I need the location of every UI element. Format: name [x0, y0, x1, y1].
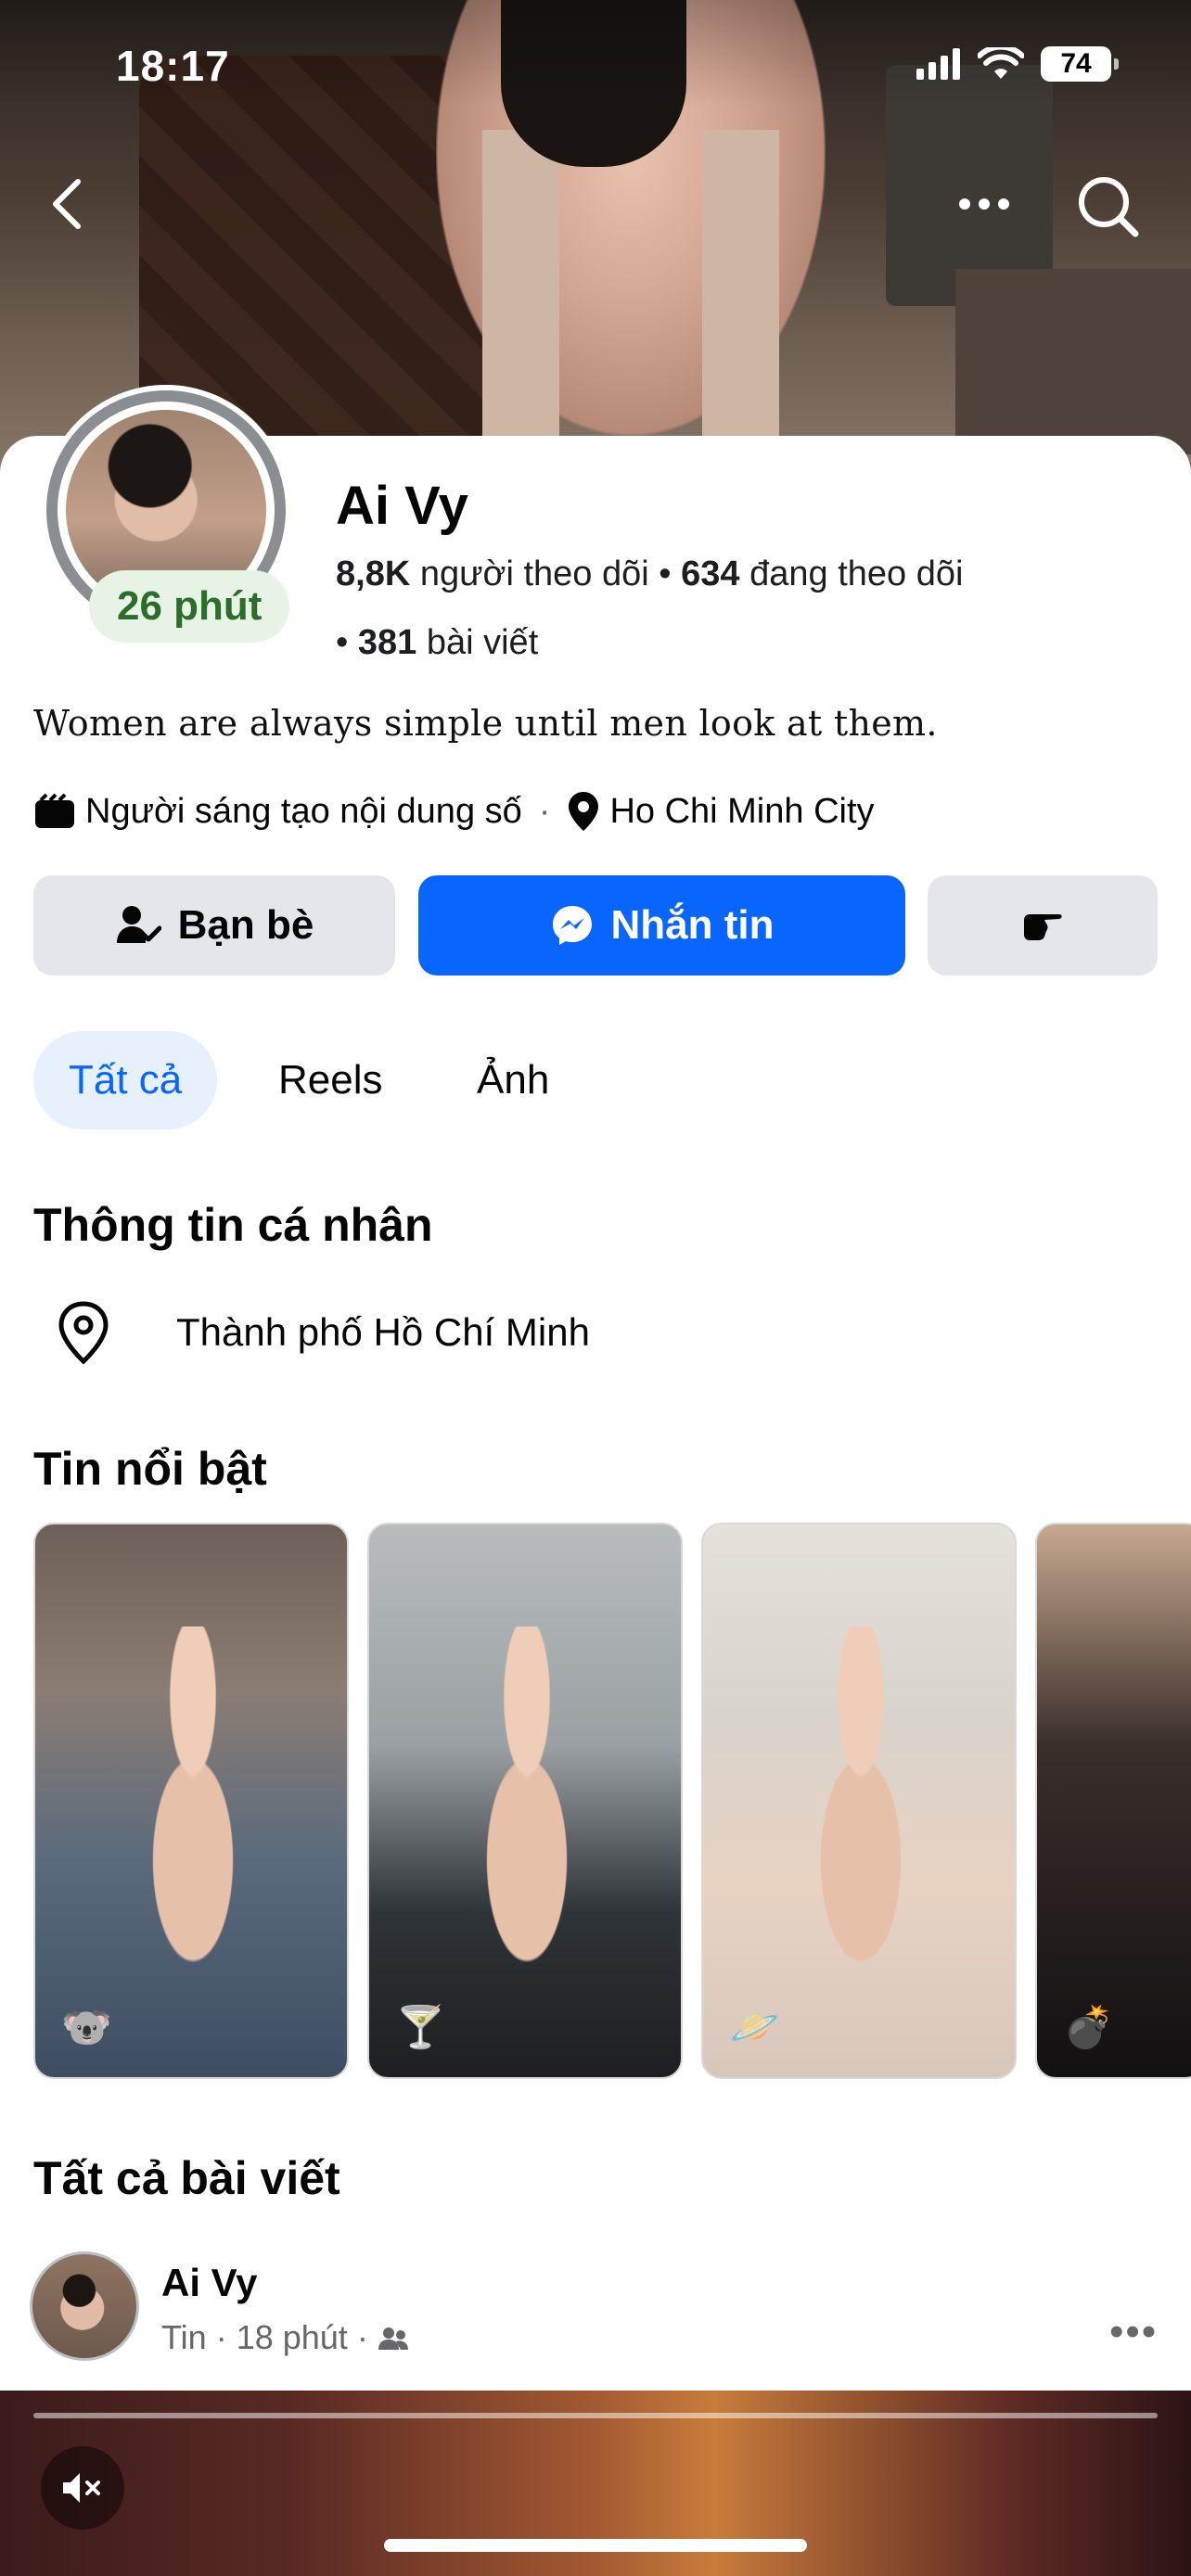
profile-category: Người sáng tạo nội dung số [85, 791, 522, 831]
post-type: Tin [161, 2318, 207, 2356]
friends-button[interactable]: Bạn bè [33, 875, 395, 976]
message-button-label: Nhắn tin [610, 902, 775, 948]
battery-level: 74 [1060, 48, 1092, 79]
post-author-name[interactable]: Ai Vy [161, 2261, 257, 2305]
profile-info-line: Người sáng tạo nội dung số · Ho Chi Minh… [33, 790, 875, 833]
profile-bio: Women are always simple until men look a… [33, 703, 938, 744]
following-count: 634 [681, 555, 740, 593]
friends-button-label: Bạn bè [177, 902, 314, 948]
home-indicator [384, 2539, 807, 2552]
highlights-title: Tin nổi bật [33, 1443, 267, 1495]
cellular-signal-icon [916, 48, 960, 80]
battery-indicator: 74 [1041, 46, 1119, 82]
follow-stats[interactable]: 8,8K người theo dõi • 634 đang theo dõi [336, 555, 963, 594]
status-time: 18:17 [116, 42, 230, 90]
post-meta: Tin · 18 phút · [161, 2318, 409, 2357]
mute-button[interactable] [41, 2446, 124, 2530]
wifi-icon [978, 47, 1024, 79]
dot-separator: • [659, 555, 682, 593]
poke-button[interactable] [928, 875, 1158, 976]
profile-city[interactable]: Ho Chi Minh City [609, 792, 874, 832]
highlight-thumbnail [434, 1626, 620, 2016]
location-pin-outline-icon [58, 1301, 109, 1365]
personal-info-title: Thông tin cá nhân [33, 1199, 433, 1251]
tab-reels[interactable]: Reels [278, 1031, 383, 1129]
friend-check-icon [116, 906, 161, 943]
all-posts-title: Tất cả bài viết [33, 2152, 340, 2204]
dot-separator: · [538, 791, 551, 831]
posts-label: bài viết [426, 623, 539, 662]
search-icon[interactable] [1072, 167, 1143, 241]
location-pin-icon [569, 792, 599, 831]
post-more-options-icon[interactable]: ••• [1109, 2309, 1158, 2355]
personal-info-location: Thành phố Hồ Chí Minh [176, 1310, 590, 1354]
messenger-icon [552, 906, 592, 945]
highlight-emoji: 🐨 [61, 2005, 112, 2050]
personal-info-location-row[interactable]: Thành phố Hồ Chí Minh [56, 1300, 590, 1365]
tab-photos[interactable]: Ảnh [477, 1031, 549, 1129]
posts-count: 381 [357, 623, 417, 662]
highlight-emoji: 💣 [1063, 2005, 1114, 2050]
post-author-avatar[interactable] [30, 2251, 139, 2361]
more-options-icon[interactable] [952, 176, 1017, 232]
poke-hand-icon [1024, 914, 1062, 940]
tab-all[interactable]: Tất cả [33, 1031, 218, 1129]
highlight-emoji: 🪐 [729, 2005, 780, 2050]
clapperboard-icon [35, 793, 74, 828]
dot-separator: • [336, 623, 358, 662]
posts-stats: • 381 bài viết [336, 623, 538, 663]
highlight-card[interactable]: 🍸 [367, 1523, 683, 2079]
status-icons: 74 [916, 46, 1119, 82]
story-time-badge: 26 phút [89, 570, 290, 643]
friends-icon [378, 2327, 408, 2350]
speaker-muted-icon [63, 2473, 100, 2503]
followers-label: người theo dõi [419, 555, 649, 593]
highlight-card[interactable]: 🐨 [33, 1523, 349, 2079]
message-button[interactable]: Nhắn tin [418, 875, 905, 976]
highlight-card[interactable]: 🪐 [701, 1523, 1017, 2079]
profile-sheet [0, 436, 1191, 2576]
dot-separator: · [215, 2318, 227, 2356]
dot-separator: · [356, 2318, 368, 2356]
video-progress-bar[interactable] [33, 2413, 1158, 2418]
followers-count: 8,8K [336, 555, 411, 593]
following-label: đang theo dõi [749, 555, 964, 593]
highlight-thumbnail [100, 1626, 286, 2016]
post-time[interactable]: 18 phút [237, 2318, 348, 2357]
highlight-emoji: 🍸 [395, 2005, 446, 2050]
back-arrow-icon[interactable] [41, 167, 96, 241]
profile-name: Ai Vy [336, 476, 468, 536]
highlight-thumbnail [768, 1626, 954, 2016]
highlight-card[interactable]: 💣 [1035, 1523, 1191, 2079]
